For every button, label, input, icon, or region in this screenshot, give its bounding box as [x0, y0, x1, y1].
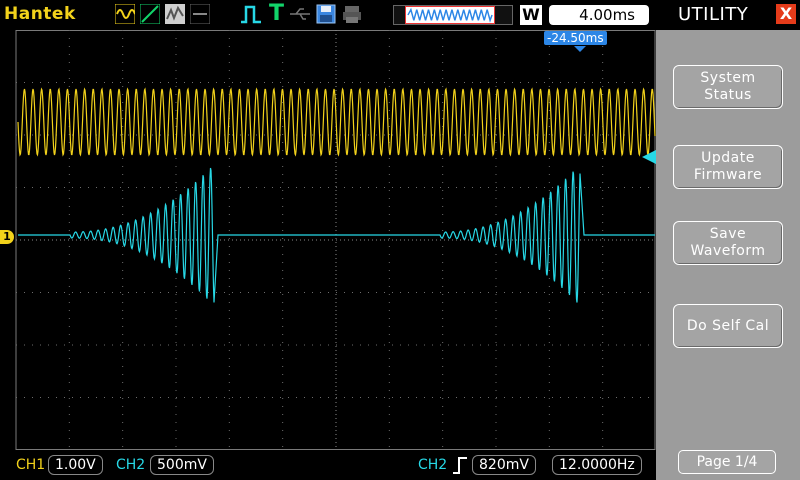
ch1-label: CH1 — [16, 457, 46, 473]
ch2-scale[interactable]: 500mV — [150, 455, 214, 475]
utility-menu: UTILITY X System Status Update Firmware Sa… — [656, 0, 800, 480]
status-bar: Hantek T W 4.00ms — [0, 0, 656, 30]
bottom-status-bar: CH1 1.00V CH2 500mV CH2 820mV 12.0000Hz — [0, 450, 656, 480]
trigger-pulse-icon[interactable] — [240, 4, 262, 24]
trigger-position-marker — [574, 46, 586, 52]
waveform-display[interactable]: -24.50ms 1 — [0, 30, 656, 450]
trigger-level[interactable]: 820mV — [472, 455, 536, 475]
page-button[interactable]: Page 1/4 — [678, 450, 776, 474]
memory-window — [405, 6, 495, 24]
cursor-icon[interactable] — [190, 4, 210, 24]
usb-icon — [290, 8, 310, 20]
timebase-readout: 4.00ms — [549, 5, 649, 25]
save-disk-icon[interactable] — [316, 4, 336, 24]
system-status-button[interactable]: System Status — [673, 65, 783, 109]
ramp-wave-icon[interactable] — [140, 4, 160, 24]
window-mode-indicator: W — [520, 5, 542, 25]
noise-wave-icon[interactable] — [165, 4, 185, 24]
self-cal-button[interactable]: Do Self Cal — [673, 304, 783, 348]
trigger-frequency: 12.0000Hz — [552, 455, 642, 475]
ch2-label: CH2 — [116, 457, 146, 473]
sine-wave-icon[interactable] — [115, 4, 135, 24]
update-firmware-button[interactable]: Update Firmware — [673, 145, 783, 189]
close-icon[interactable]: X — [776, 4, 796, 24]
brand-logo: Hantek — [4, 4, 76, 24]
rising-edge-icon — [453, 457, 467, 474]
printer-icon[interactable] — [342, 4, 362, 24]
graticule — [15, 30, 656, 450]
trigger-source: CH2 — [418, 457, 448, 473]
ch1-level-marker[interactable]: 1 — [0, 230, 14, 244]
save-waveform-button[interactable]: Save Waveform — [673, 221, 783, 265]
trigger-t-icon: T — [269, 1, 285, 26]
horizontal-offset-readout: -24.50ms — [544, 31, 607, 45]
ch1-scale[interactable]: 1.00V — [48, 455, 103, 475]
